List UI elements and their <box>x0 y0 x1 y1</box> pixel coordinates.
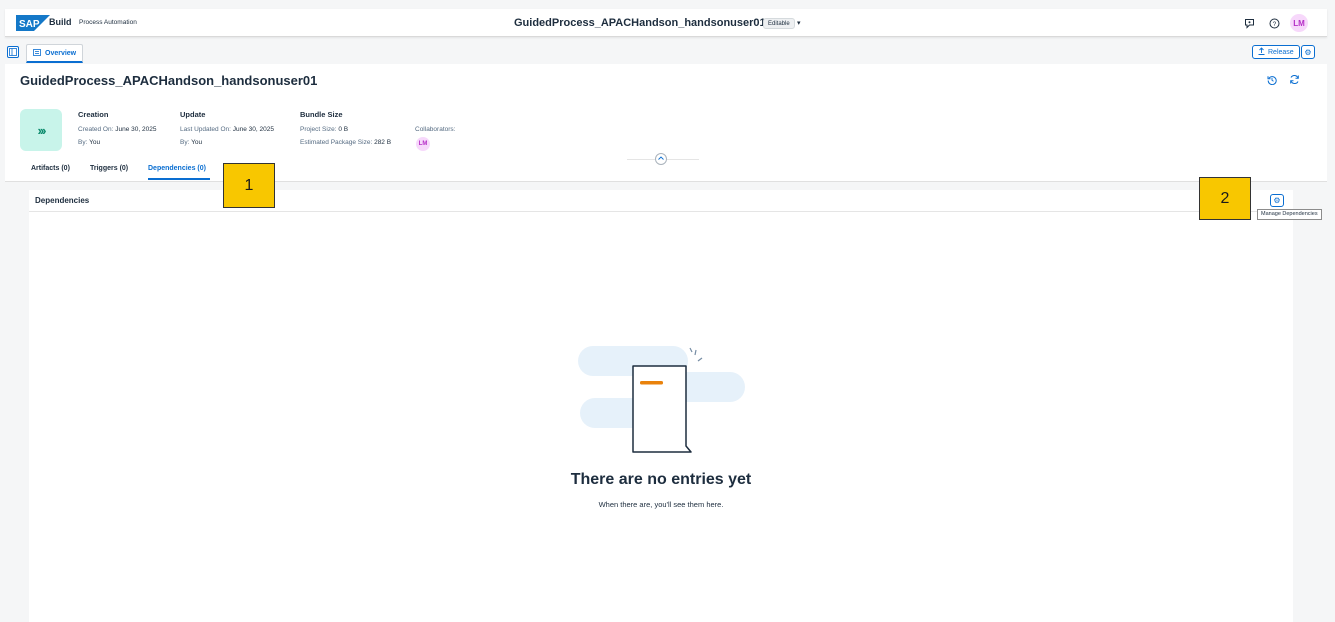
help-icon[interactable]: ? <box>1267 16 1281 30</box>
empty-state-illustration <box>575 340 747 455</box>
package-size: Estimated Package Size: 282 B <box>300 139 392 146</box>
dependencies-title: Dependencies <box>35 196 90 205</box>
dependencies-toolbar: Dependencies ⚙ <box>29 190 1293 212</box>
tab-overview[interactable]: Overview <box>26 44 84 63</box>
collaborators-label: Collaborators: <box>415 126 456 133</box>
page-title: GuidedProcess_APACHandson_handsonuser01 <box>20 73 318 88</box>
svg-text:?: ? <box>1272 21 1276 28</box>
chevron-down-icon[interactable]: ▾ <box>797 19 801 27</box>
manage-dependencies-button[interactable]: ⚙ <box>1270 194 1284 207</box>
collaborator-avatar[interactable]: LM <box>416 137 430 151</box>
update-heading: Update <box>180 110 206 119</box>
creation-heading: Creation <box>78 110 109 119</box>
manage-dependencies-tooltip: Manage Dependencies <box>1257 209 1322 220</box>
app-title: GuidedProcess_APACHandson_handsonuser01 <box>514 17 766 29</box>
shell-header: SAP Build Process Automation GuidedProce… <box>5 9 1327 37</box>
chevron-up-icon <box>658 156 664 162</box>
refresh-icon[interactable] <box>1289 74 1300 88</box>
created-by: By: You <box>78 139 101 146</box>
user-avatar[interactable]: LM <box>1290 14 1308 32</box>
brand-name: Build <box>49 17 72 27</box>
release-button[interactable]: Release <box>1252 45 1300 59</box>
empty-state-title: There are no entries yet <box>570 471 752 488</box>
release-button-label: Release <box>1268 48 1294 56</box>
annotation-callout-2: 2 <box>1199 177 1251 220</box>
tab-artifacts[interactable]: Artifacts (0) <box>31 165 70 172</box>
sap-logo[interactable]: SAP <box>16 15 50 31</box>
settings-button[interactable]: ⚙ <box>1301 45 1315 59</box>
tab-bar: Overview Release ⚙ <box>5 42 1327 64</box>
product-name: Process Automation <box>79 19 137 26</box>
process-icon: ››› <box>20 109 62 151</box>
annotation-callout-1: 1 <box>223 163 275 208</box>
updated-on: Last Updated On: June 30, 2025 <box>180 126 274 133</box>
overview-icon <box>33 48 41 58</box>
created-on: Created On: June 30, 2025 <box>78 126 157 133</box>
tab-overview-label: Overview <box>45 49 77 57</box>
feedback-icon[interactable] <box>1242 16 1256 30</box>
collapse-header-button[interactable] <box>655 153 667 165</box>
project-size: Project Size: 0 B <box>300 126 349 133</box>
upload-icon <box>1258 47 1265 57</box>
tab-dependencies[interactable]: Dependencies (0) <box>148 165 206 172</box>
selected-tab-indicator <box>148 178 210 180</box>
editable-badge: Editable <box>763 18 795 29</box>
side-nav-toggle-icon[interactable] <box>7 46 19 58</box>
history-icon[interactable] <box>1267 75 1277 88</box>
updated-by: By: You <box>180 139 203 146</box>
gear-icon: ⚙ <box>1273 196 1281 205</box>
bundle-size-heading: Bundle Size <box>300 110 343 119</box>
tab-triggers[interactable]: Triggers (0) <box>90 165 128 172</box>
empty-state-subtitle: When there are, you'll see them here. <box>598 500 724 509</box>
svg-text:SAP: SAP <box>19 19 40 30</box>
object-header: GuidedProcess_APACHandson_handsonuser01 … <box>5 64 1327 182</box>
gear-icon: ⚙ <box>1304 47 1312 57</box>
